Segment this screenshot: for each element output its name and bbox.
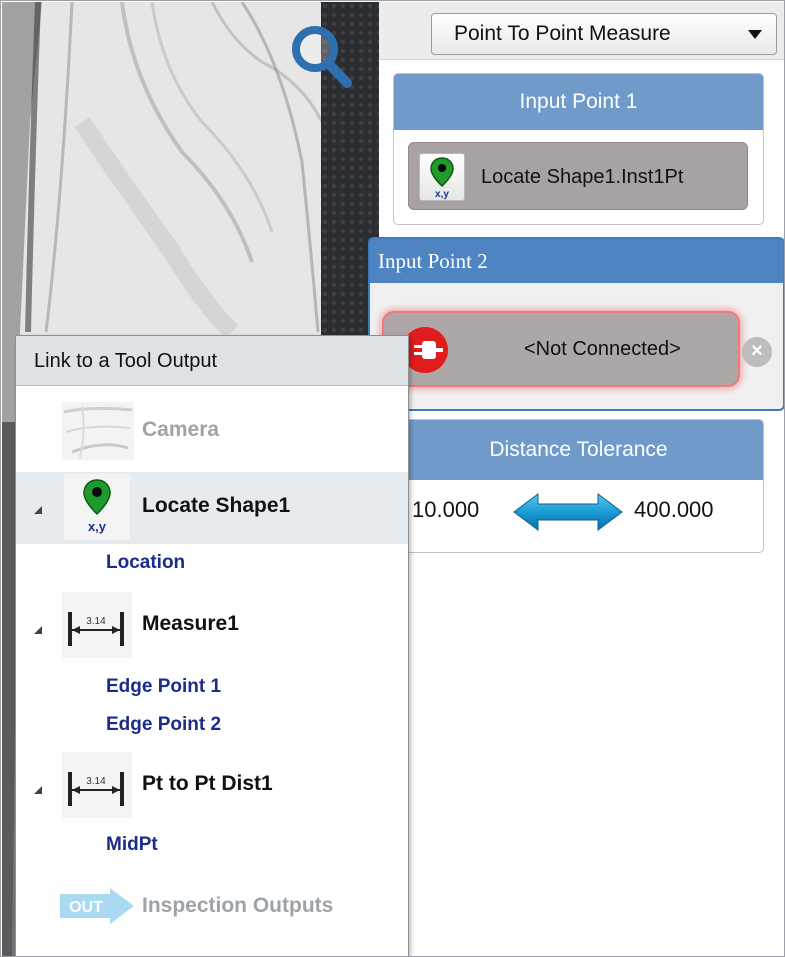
expand-triangle-icon[interactable] — [34, 786, 42, 794]
caliper-icon: 3.14 — [62, 752, 132, 818]
tree-child-edge-point-1[interactable]: Edge Point 1 — [106, 676, 221, 698]
tree-child-edge-point-2[interactable]: Edge Point 2 — [106, 714, 221, 736]
caliper-icon: 3.14 — [62, 592, 132, 658]
tree-item-measure1[interactable]: 3.14 Measure1 — [16, 590, 408, 662]
link-tool-output-popup: Link to a Tool Output Camera x,y Locate … — [15, 335, 409, 956]
tree-item-label: Locate Shape1 — [142, 494, 291, 517]
input-point-2-title: Input Point 2 — [370, 239, 783, 283]
measure-mode-value: Point To Point Measure — [454, 22, 671, 45]
measure-mode-dropdown[interactable]: Point To Point Measure — [431, 13, 777, 55]
input-point-1-value: Locate Shape1.Inst1Pt — [481, 166, 684, 188]
distance-max-input[interactable] — [634, 494, 754, 526]
tree-item-label: Inspection Outputs — [142, 894, 334, 917]
double-arrow-icon — [512, 492, 624, 532]
tree-item-pt-to-pt-dist1[interactable]: 3.14 Pt to Pt Dist1 — [16, 750, 408, 822]
svg-text:3.14: 3.14 — [86, 776, 106, 787]
input-point-1-link[interactable]: x,y Locate Shape1.Inst1Pt — [408, 142, 748, 210]
expand-triangle-icon[interactable] — [34, 626, 42, 634]
input-point-1-card: Input Point 1 x,y Locate Shape1.Inst1Pt — [393, 73, 764, 225]
tree-item-inspection-outputs[interactable]: OUT Inspection Outputs — [16, 874, 408, 938]
tree-item-locate-shape1[interactable]: x,y Locate Shape1 — [16, 472, 408, 544]
zoom-magnifier-icon[interactable] — [285, 21, 357, 93]
link-popup-title: Link to a Tool Output — [16, 336, 408, 386]
tree-item-label: Camera — [142, 418, 220, 441]
svg-text:x,y: x,y — [435, 189, 449, 200]
camera-image-icon — [62, 402, 134, 460]
out-arrow-icon: OUT — [60, 888, 136, 924]
input-point-2-link[interactable]: <Not Connected> — [382, 311, 740, 387]
chevron-down-icon — [748, 30, 762, 39]
map-pin-icon: x,y — [419, 153, 465, 201]
input-point-1-title: Input Point 1 — [394, 74, 763, 130]
tree-child-midpt[interactable]: MidPt — [106, 834, 158, 856]
app-frame: Point To Point Measure Input Point 1 x,y… — [0, 0, 785, 957]
tree-item-label: Measure1 — [142, 612, 239, 635]
tree-child-location[interactable]: Location — [106, 552, 185, 574]
distance-tolerance-card: Distance Tolerance — [393, 419, 764, 553]
svg-text:OUT: OUT — [69, 899, 103, 916]
svg-text:x,y: x,y — [88, 519, 107, 534]
tree-item-camera[interactable]: Camera — [16, 388, 408, 474]
svg-text:3.14: 3.14 — [86, 616, 106, 627]
tree-item-label: Pt to Pt Dist1 — [142, 772, 273, 795]
input-point-2-card: Input Point 2 <Not Connected> × — [368, 237, 784, 411]
expand-triangle-icon[interactable] — [34, 506, 42, 514]
map-pin-icon: x,y — [64, 474, 130, 540]
distance-min-input[interactable] — [412, 494, 512, 526]
input-point-2-value: <Not Connected> — [524, 338, 681, 360]
distance-tolerance-title: Distance Tolerance — [394, 420, 763, 480]
clear-link-icon[interactable]: × — [742, 337, 772, 367]
